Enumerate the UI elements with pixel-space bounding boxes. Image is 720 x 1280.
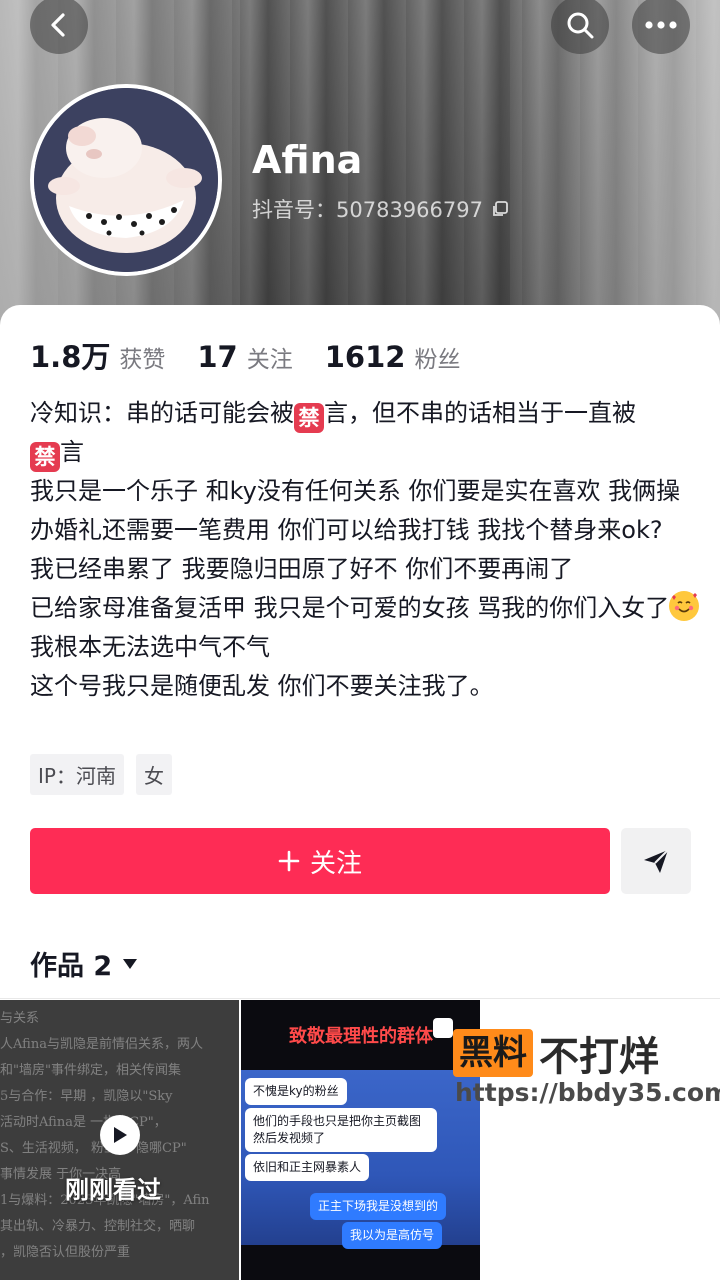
bio-line-5: 这个号我只是随便乱发 你们不要关注我了。 xyxy=(30,672,494,700)
more-dots-icon xyxy=(645,21,677,29)
stat-following-label: 关注 xyxy=(246,347,293,373)
copy-icon[interactable] xyxy=(491,200,509,218)
tag-gender: 女 xyxy=(135,754,172,795)
stat-followers[interactable]: 1612 粉丝 xyxy=(325,340,461,374)
play-button[interactable] xyxy=(100,1115,140,1155)
works-tab-label: 作品 2 xyxy=(30,951,113,982)
stat-likes-count: 1.8万 xyxy=(30,340,111,374)
watermark-url: https://bbdy35.com xyxy=(455,1078,720,1107)
bio-text: 言 xyxy=(60,438,84,466)
bio-line-1: 冷知识：串的话可能会被禁言，但不串的话相当于一直被 xyxy=(30,394,700,433)
chat-bubble: 正主下场我是没想到的 xyxy=(310,1193,447,1220)
bio-line-2: 我只是一个乐子 和ky没有任何关系 你们要是实在喜欢 我俩操办婚礼还需要一笔费用… xyxy=(30,477,681,544)
paper-plane-icon xyxy=(644,849,669,873)
bio-line-1-cont: 禁言 xyxy=(30,433,700,472)
chat-bubble: 他们的手段也只是把你主页截图然后发视频了 xyxy=(245,1108,437,1152)
search-icon xyxy=(567,12,594,39)
stat-followers-count: 1612 xyxy=(324,340,406,374)
doc-line-text: 5与合作：早期 xyxy=(0,1089,87,1104)
watermark-logo: 黑料 不打烊 xyxy=(453,1024,659,1082)
play-icon xyxy=(114,1127,127,1143)
bio-text: 已给家母准备复活甲 我只是个可爱的女孩 骂我的你们入女了 xyxy=(30,594,670,622)
chevron-left-icon xyxy=(51,13,65,37)
stat-likes-label: 获赞 xyxy=(119,347,166,373)
chat-bubble: 我以为是高仿号 xyxy=(342,1222,443,1249)
video-thumbnail-1[interactable]: 与关系 人Afina与凯隐是前情侣关系，两人 和"墙房"事件绑定，相关传闻集 5… xyxy=(0,1000,239,1280)
watermark-box: 黑料 xyxy=(453,1029,533,1077)
doc-line-text: S、生活视频， xyxy=(0,1141,87,1156)
doc-line: 与关系 xyxy=(0,1011,40,1026)
chat-bubble: 不愧是ky的粉丝 xyxy=(245,1078,347,1105)
stat-followers-label: 粉丝 xyxy=(414,347,461,373)
watermark-text: 不打烊 xyxy=(539,1034,659,1080)
tag-ip-location: IP：河南 xyxy=(30,754,124,795)
douyin-id-row[interactable]: 抖音号：50783966797 xyxy=(252,194,509,224)
ban-emoji-icon: 禁 xyxy=(30,442,60,472)
profile-name: Afina xyxy=(252,138,363,182)
avatar[interactable] xyxy=(30,84,222,276)
puppy-avatar-image xyxy=(34,88,218,272)
doc-line-text: 活动时Afina是 xyxy=(0,1115,86,1130)
recently-viewed-label: 刚刚看过 xyxy=(65,1176,161,1204)
follow-button-label: 关注 xyxy=(309,848,362,879)
stat-likes: 1.8万 获赞 xyxy=(30,334,165,376)
doc-line: 其出轨、冷暴力、控制社交，晒聊 xyxy=(0,1219,196,1234)
triangle-down-icon xyxy=(123,958,138,969)
profile-tags: IP：河南 女 xyxy=(30,754,172,795)
douyin-id-text: 抖音号：50783966797 xyxy=(252,198,483,222)
bio: 冷知识：串的话可能会被禁言，但不串的话相当于一直被 禁言 我只是一个乐子 和ky… xyxy=(30,394,700,706)
stat-following-count: 17 xyxy=(197,340,238,374)
works-tab[interactable]: 作品 2 xyxy=(30,944,138,983)
cover-curtain xyxy=(510,0,720,330)
ban-emoji-icon: 禁 xyxy=(294,403,324,433)
doc-line: 5与合作：早期 ，凯隐以"Sky xyxy=(0,1084,239,1110)
doc-line: ，凯隐否认但股份严重 xyxy=(0,1245,131,1260)
send-message-button[interactable] xyxy=(621,828,691,894)
follow-button[interactable]: 关注 xyxy=(30,828,610,894)
divider xyxy=(0,998,720,999)
bio-line-4: 已给家母准备复活甲 我只是个可爱的女孩 骂我的你们入女了 我根本无法选中气不气 xyxy=(30,589,700,667)
select-checkbox[interactable] xyxy=(433,1018,453,1038)
doc-line: 人Afina与凯隐是前情侣关系，两人 xyxy=(0,1037,203,1052)
smiling-face-with-hearts-icon xyxy=(669,591,700,621)
chat-bubble: 依旧和正主网暴素人 xyxy=(245,1154,370,1181)
doc-line-text: 事情发展 xyxy=(0,1167,53,1182)
bio-line-3: 我已经串累了 我要隐归田原了好不 你们不要再闹了 xyxy=(30,555,574,583)
bio-text: 言，但不串的话相当于一直被 xyxy=(324,399,636,427)
bio-text: 冷知识：串的话可能会被 xyxy=(30,399,294,427)
stats-row: 1.8万 获赞 17 关注 1612 粉丝 xyxy=(30,334,492,376)
stat-following[interactable]: 17 关注 xyxy=(197,340,292,374)
plus-icon xyxy=(278,850,300,872)
doc-line-text: ，凯隐以"Sky xyxy=(90,1089,173,1104)
doc-line: 和"墙房"事件绑定，相关传闻集 xyxy=(0,1063,181,1078)
